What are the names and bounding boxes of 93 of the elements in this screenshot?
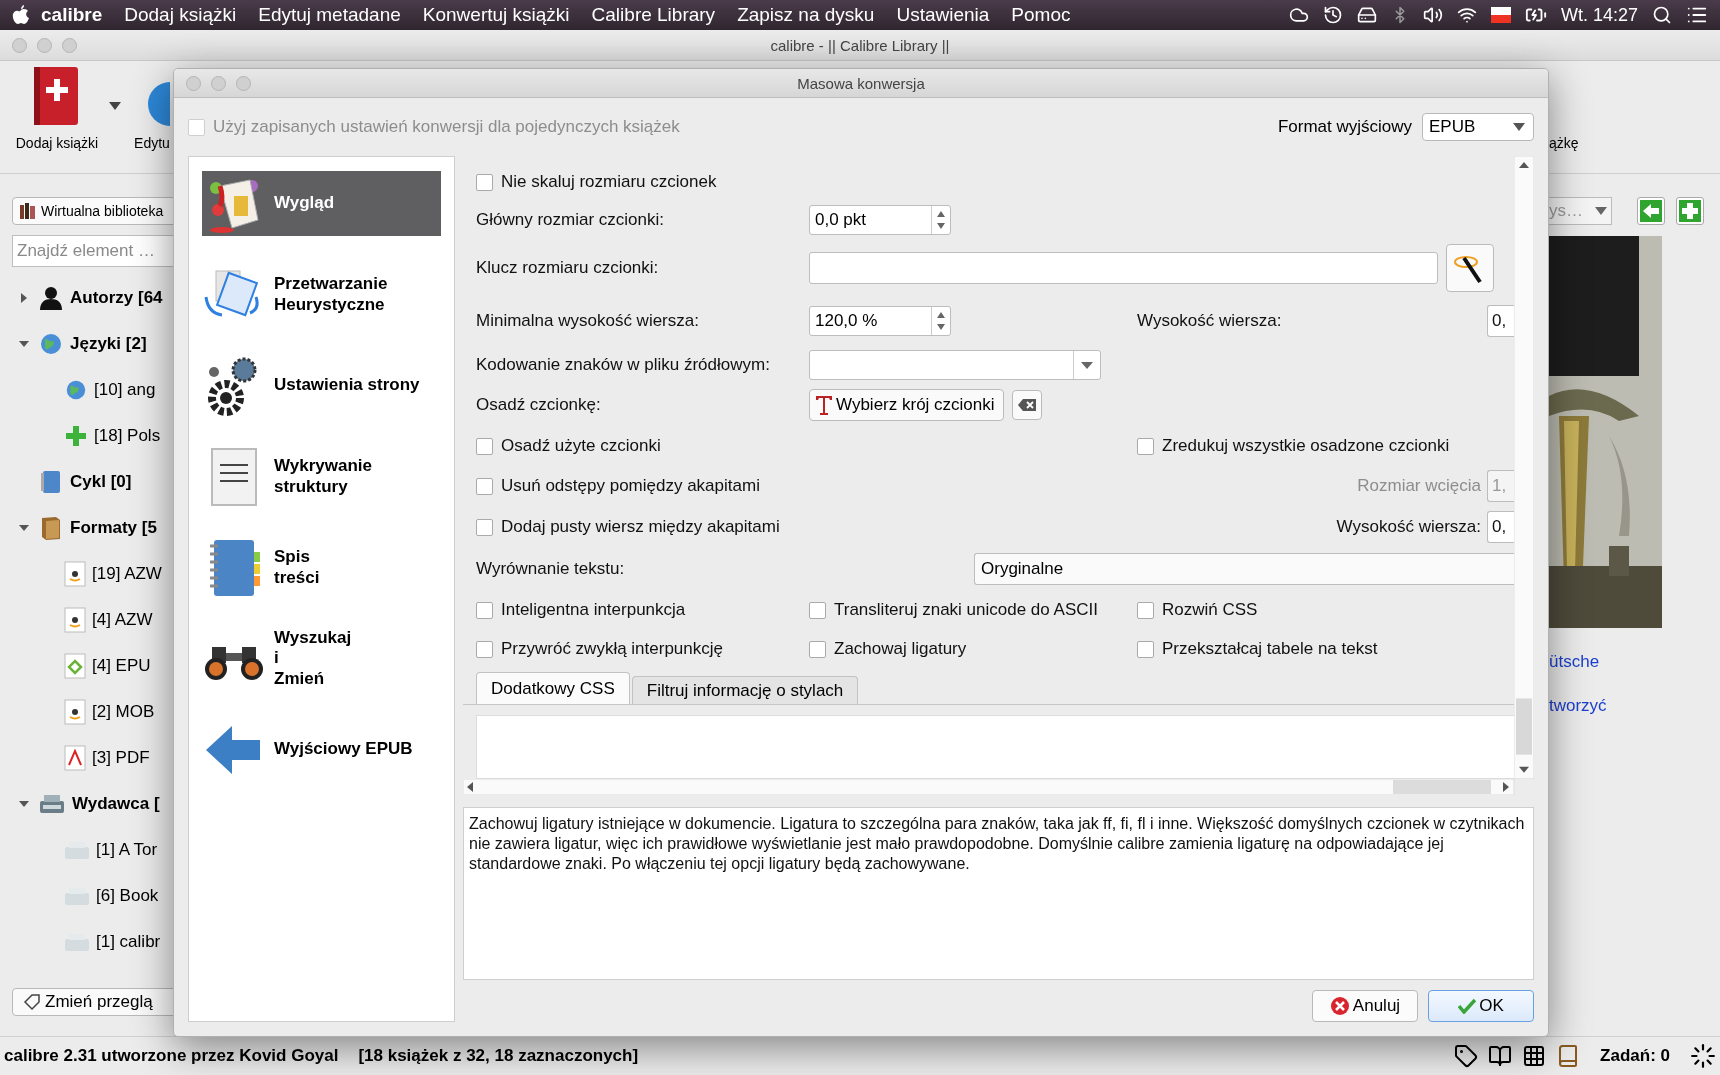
ok-button[interactable]: OK: [1428, 990, 1534, 1022]
selection-count: [18 książek z 32, 18 zaznaczonych]: [358, 1046, 639, 1066]
tree-label: [1] A Tor: [96, 840, 158, 860]
menu-item[interactable]: Edytuj metadane: [247, 4, 412, 26]
tree-label: [3] PDF: [92, 748, 150, 768]
checkbox-label: Przekształcaj tabele na tekst: [1162, 639, 1378, 659]
tree-item[interactable]: [1] A Tor: [12, 827, 173, 873]
checkbox-label: Rozwiń CSS: [1162, 600, 1258, 620]
checkbox-label: Nie skaluj rozmiaru czcionek: [501, 172, 717, 192]
status-text: calibre 2.31 utworzone przez Kovid Goyal: [4, 1046, 339, 1066]
tree-label: Wydawca [: [72, 794, 160, 814]
alignment-select[interactable]: Oryginalne: [974, 553, 1514, 585]
field-label: Główny rozmiar czcionki:: [476, 210, 665, 230]
field-label: Klucz rozmiaru czcionki:: [476, 258, 660, 278]
app-menu[interactable]: calibre: [30, 4, 114, 26]
search-field[interactable]: Znajdź element …: [12, 235, 173, 267]
checkbox-label: Zredukuj wszystkie osadzone czcionki: [1162, 436, 1450, 456]
tree-label: [2] MOB: [92, 702, 155, 722]
field-label: Kodowanie znaków w pliku źródłowym:: [476, 355, 771, 375]
tab[interactable]: Filtruj informację o stylach: [631, 676, 859, 704]
checkbox-label: Przywróć zwykłą interpunkcję: [501, 639, 723, 659]
tree-item[interactable]: Języki [2]: [12, 321, 173, 367]
link[interactable]: ütsche: [1549, 652, 1720, 672]
link[interactable]: tworzyć: [1549, 696, 1720, 716]
tree-label: Cykl [0]: [70, 472, 132, 492]
tree-label: [4] AZW: [92, 610, 153, 630]
section-item[interactable]: Wyszukaj i Zmień: [202, 626, 441, 691]
change-view-button[interactable]: Zmień przeglą: [12, 988, 173, 1016]
field-label: Rozmiar wcięcia: [1357, 476, 1481, 496]
tree-label: Formaty [5: [70, 518, 157, 538]
number-field[interactable]: 0,: [1487, 305, 1514, 337]
menu-item[interactable]: Konwertuj książki: [411, 4, 581, 26]
tree-item[interactable]: [19] AZW: [12, 551, 173, 597]
section-item[interactable]: Wygląd: [202, 171, 441, 236]
checkbox-label: Dodaj pusty wiersz między akapitami: [501, 517, 780, 537]
tree-item[interactable]: [18] Pols: [12, 413, 173, 459]
window-title: calibre - || Calibre Library ||: [770, 36, 950, 54]
tree-item[interactable]: Autorzy [64: [12, 275, 173, 321]
section-item[interactable]: Wyjściowy EPUB: [202, 717, 441, 782]
tree-label: [4] EPU: [92, 656, 151, 676]
tree-label: Języki [2]: [70, 334, 147, 354]
section-item[interactable]: Przetwarzanie Heurystyczne: [202, 262, 441, 327]
dialog-title: Masowa konwersja: [797, 74, 925, 92]
tree-label: [18] Pols: [94, 426, 161, 446]
choose-font-button[interactable]: Wybierz krój czcionki: [809, 389, 1004, 421]
cancel-button[interactable]: Anuluj: [1312, 990, 1418, 1022]
checkbox-label: Usuń odstępy pomiędzy akapitami: [501, 476, 760, 496]
checkbox-label: Zachowaj ligatury: [834, 639, 967, 659]
jobs-count[interactable]: Zadań: 0: [1600, 1046, 1670, 1066]
section-item[interactable]: Ustawienia strony: [202, 353, 441, 418]
tree-item[interactable]: [4] EPU: [12, 643, 173, 689]
tree-item[interactable]: [3] PDF: [12, 735, 173, 781]
tree-item[interactable]: [1] calibr: [12, 919, 173, 965]
field-label: Format wyjściowy: [1277, 117, 1412, 137]
toolbar-label[interactable]: ążkę: [1549, 135, 1579, 151]
format-select[interactable]: EPUB: [1422, 113, 1534, 141]
menu-item[interactable]: Dodaj książki: [113, 4, 248, 26]
number-field[interactable]: 0,: [1487, 511, 1514, 543]
tab[interactable]: Dodatkowy CSS: [476, 672, 630, 704]
tree-item[interactable]: [4] AZW: [12, 597, 173, 643]
field-label: Minimalna wysokość wiersza:: [476, 311, 700, 331]
tree-label: [6] Book: [96, 886, 159, 906]
field-label: Wyrównanie tekstu:: [476, 559, 626, 579]
clock[interactable]: Wt. 14:27: [1560, 4, 1638, 26]
tree-item[interactable]: Formaty [5: [12, 505, 173, 551]
checkbox-label: Użyj zapisanych ustawień konwersji dla pojedynczych książek: [213, 117, 680, 137]
section-item[interactable]: Wykrywanie struktury: [202, 444, 441, 509]
menu-item[interactable]: Pomoc: [1000, 4, 1082, 26]
tree-item[interactable]: [10] ang: [12, 367, 173, 413]
field-label: Wysokość wiersza:: [1137, 311, 1282, 331]
toolbar-label[interactable]: Edytu: [134, 135, 170, 151]
checkbox-label: Osadź użyte czcionki: [501, 436, 661, 456]
tree-label: [19] AZW: [92, 564, 162, 584]
tree-item[interactable]: [2] MOB: [12, 689, 173, 735]
field-label: Wysokość wiersza:: [1336, 517, 1481, 537]
menu-item[interactable]: Ustawienia: [885, 4, 1001, 26]
tree-item[interactable]: [6] Book: [12, 873, 173, 919]
help-text: Zachowuj ligatury istniejące w dokumencie. Ligatura to szczególna para znaków, taka jak ff, fi, fl i inne. Większość domyślnych czcionek w czytnikach nie zawiera ligatur, więc ich prawidłowe wyświetlanie jest mało prawdopodobne. Domyślnie calibre zamienia ligaturę na odpowiadające jej standardowe znaki. Po włączeniu tej opcji ligatury będą zachowywane.: [463, 806, 1534, 980]
virtual-library-button[interactable]: Wirtualna biblioteka: [12, 197, 173, 225]
spin-box[interactable]: 120,0 %: [809, 306, 951, 336]
spin-box[interactable]: 0,0 pkt: [809, 205, 951, 235]
field-label: Osadź czcionkę:: [476, 395, 602, 415]
menu-item[interactable]: Calibre Library: [580, 4, 727, 26]
menu-item[interactable]: Zapisz na dysku: [726, 4, 886, 26]
tree-label: [1] calibr: [96, 932, 161, 952]
tree-item[interactable]: Cykl [0]: [12, 459, 173, 505]
section-item[interactable]: Spis treści: [202, 535, 441, 600]
tree-item[interactable]: Wydawca [: [12, 781, 173, 827]
tree-label: [10] ang: [94, 380, 156, 400]
checkbox-label: Transliteruj znaki unicode do ASCII: [834, 600, 1098, 620]
checkbox-label: Inteligentna interpunkcja: [501, 600, 686, 620]
toolbar-label[interactable]: Dodaj książki: [15, 135, 99, 151]
tree-label: Autorzy [64: [70, 288, 163, 308]
